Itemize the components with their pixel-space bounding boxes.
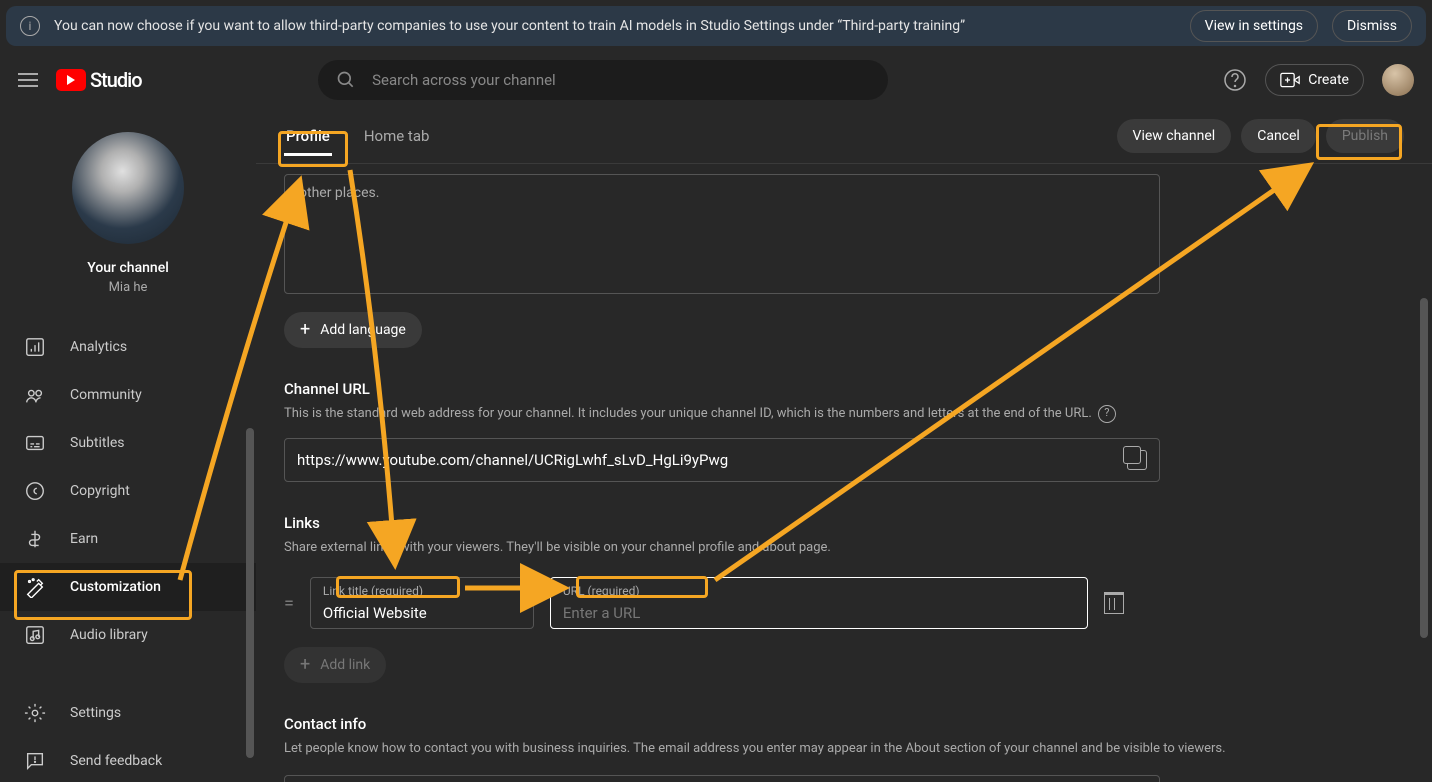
sidebar-item-settings[interactable]: Settings xyxy=(0,689,256,737)
sidebar-item-customization[interactable]: Customization xyxy=(0,563,256,611)
audio-icon xyxy=(24,624,46,646)
help-icon[interactable]: ? xyxy=(1098,405,1116,423)
plus-icon: + xyxy=(300,656,310,674)
app-header: Studio Create xyxy=(0,52,1432,108)
channel-header: Your channel Mia he xyxy=(0,108,256,313)
help-icon[interactable] xyxy=(1223,68,1247,92)
nav-label: Earn xyxy=(70,531,98,547)
nav-label: Customization xyxy=(70,579,161,595)
sidebar-item-audio[interactable]: Audio library xyxy=(0,611,256,659)
channel-url-value: https://www.youtube.com/channel/UCRigLwh… xyxy=(297,451,1127,469)
copyright-icon xyxy=(24,480,46,502)
subtitles-icon xyxy=(24,432,46,454)
nav-label: Community xyxy=(70,387,142,403)
links-sub: Share external links with your viewers. … xyxy=(284,538,1404,558)
link-item: = Link title (required) URL (required) xyxy=(284,577,1404,629)
create-icon xyxy=(1280,72,1300,88)
play-icon xyxy=(56,69,86,91)
publish-button[interactable]: Publish xyxy=(1326,119,1404,153)
logo-text: Studio xyxy=(90,68,142,92)
add-language-button[interactable]: + Add language xyxy=(284,312,422,348)
tab-profile[interactable]: Profile xyxy=(284,119,332,153)
link-title-field[interactable]: Link title (required) xyxy=(310,577,534,629)
info-icon: i xyxy=(20,16,40,36)
channel-url-field: https://www.youtube.com/channel/UCRigLwh… xyxy=(284,438,1160,482)
links-title: Links xyxy=(284,514,1404,532)
account-avatar[interactable] xyxy=(1382,64,1414,96)
menu-icon[interactable] xyxy=(18,73,38,87)
settings-icon xyxy=(24,702,46,724)
customization-icon xyxy=(24,576,46,598)
add-language-label: Add language xyxy=(320,322,406,338)
search-bar[interactable] xyxy=(318,60,888,100)
contact-sub: Let people know how to contact you with … xyxy=(284,739,1404,759)
dismiss-button[interactable]: Dismiss xyxy=(1332,10,1412,42)
delete-icon[interactable] xyxy=(1104,592,1124,614)
sidebar-item-subtitles[interactable]: Subtitles xyxy=(0,419,256,467)
nav-label: Subtitles xyxy=(70,435,125,451)
nav-label: Audio library xyxy=(70,627,148,643)
cancel-button[interactable]: Cancel xyxy=(1241,119,1316,153)
nav-label: Copyright xyxy=(70,483,130,499)
view-channel-button[interactable]: View channel xyxy=(1117,119,1232,153)
channel-avatar[interactable] xyxy=(72,132,184,244)
drag-handle-icon[interactable]: = xyxy=(284,593,294,614)
nav-label: Analytics xyxy=(70,339,127,355)
tab-bar: Profile Home tab View channel Cancel Pub… xyxy=(256,108,1432,164)
links-section: Links Share external links with your vie… xyxy=(284,514,1404,684)
feedback-icon xyxy=(24,750,46,772)
sidebar-item-community[interactable]: Community xyxy=(0,371,256,419)
create-label: Create xyxy=(1308,72,1349,88)
sidebar-nav: Analytics Community Subtitles Copyright … xyxy=(0,313,256,782)
sidebar-item-earn[interactable]: Earn xyxy=(0,515,256,563)
plus-icon: + xyxy=(300,321,310,339)
channel-url-section: Channel URL This is the standard web add… xyxy=(284,380,1404,482)
search-input[interactable] xyxy=(372,71,870,89)
contact-title: Contact info xyxy=(284,715,1404,733)
content-area: Profile Home tab View channel Cancel Pub… xyxy=(256,108,1432,782)
content-scroll[interactable]: other places. + Add language Channel URL … xyxy=(256,164,1432,782)
description-textarea[interactable]: other places. xyxy=(284,174,1160,294)
earn-icon xyxy=(24,528,46,550)
link-url-input[interactable] xyxy=(563,604,1075,622)
studio-logo[interactable]: Studio xyxy=(56,68,142,92)
channel-name: Mia he xyxy=(109,280,148,295)
contact-section: Contact info Let people know how to cont… xyxy=(284,715,1404,782)
tab-home[interactable]: Home tab xyxy=(362,119,432,153)
email-field[interactable]: Email xyxy=(284,775,1160,782)
nav-label: Settings xyxy=(70,705,121,721)
sidebar-item-analytics[interactable]: Analytics xyxy=(0,323,256,371)
content-scrollbar[interactable] xyxy=(1420,298,1428,638)
sidebar-item-feedback[interactable]: Send feedback xyxy=(0,737,256,782)
create-button[interactable]: Create xyxy=(1265,64,1364,96)
sidebar-scrollbar[interactable] xyxy=(246,428,254,758)
add-link-label: Add link xyxy=(320,657,370,673)
link-url-label: URL (required) xyxy=(563,584,640,598)
link-title-label: Link title (required) xyxy=(323,584,423,598)
banner-message: You can now choose if you want to allow … xyxy=(54,18,1176,34)
sidebar-item-copyright[interactable]: Copyright xyxy=(0,467,256,515)
link-title-input[interactable] xyxy=(323,604,521,622)
view-in-settings-button[interactable]: View in settings xyxy=(1190,10,1318,42)
analytics-icon xyxy=(24,336,46,358)
notification-banner: i You can now choose if you want to allo… xyxy=(6,6,1426,46)
sidebar: Your channel Mia he Analytics Community … xyxy=(0,108,256,782)
your-channel-label: Your channel xyxy=(87,260,169,276)
channel-url-sub: This is the standard web address for you… xyxy=(284,406,1092,421)
copy-icon[interactable] xyxy=(1127,450,1147,470)
link-url-field[interactable]: URL (required) xyxy=(550,577,1088,629)
search-icon xyxy=(336,70,356,90)
nav-label: Send feedback xyxy=(70,753,162,769)
community-icon xyxy=(24,384,46,406)
add-link-button: + Add link xyxy=(284,647,386,683)
channel-url-title: Channel URL xyxy=(284,380,1404,398)
